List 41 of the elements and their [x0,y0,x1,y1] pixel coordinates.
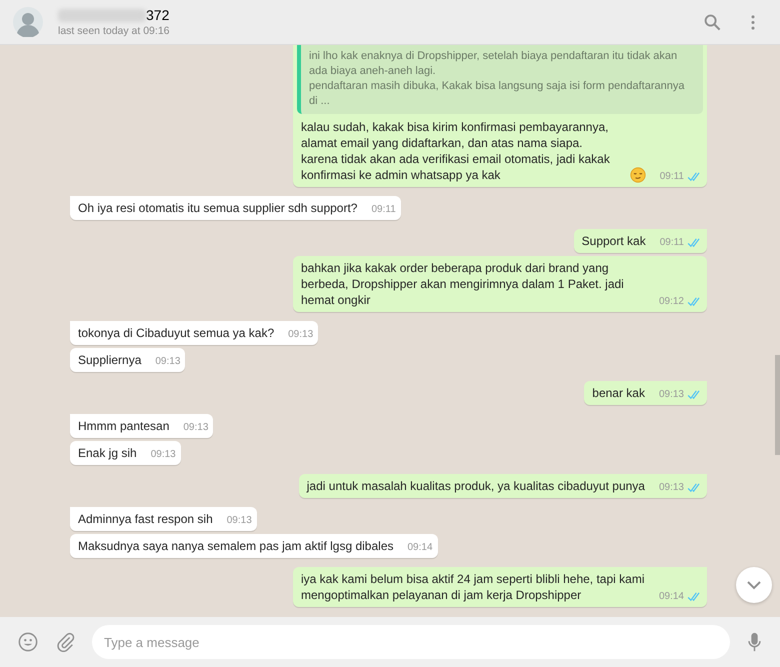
message-text: iya kak kami belum bisa aktif 24 jam seperti blibli hehe, tapi kami mengoptimalkan pelayanan di jam kerja Dropshipper [301,571,645,603]
chevron-down-icon [747,580,761,590]
message-time: 09:13 [658,481,684,495]
menu-icon[interactable] [751,14,755,30]
message-text: Adminnya fast respon sih [78,511,213,527]
microphone-icon[interactable] [748,632,761,652]
emoji-icon[interactable] [18,632,38,652]
message-time: 09:13 [288,328,314,342]
message-input[interactable]: Type a message [92,625,730,659]
message-time: 09:11 [371,203,396,217]
message-time: 09:14 [658,590,684,604]
message-time: 09:11 [660,236,684,250]
scroll-down-button[interactable] [736,567,772,603]
message-text: Maksudnya saya nanya semalem pas jam aktif lgsg dibales [78,538,394,554]
message-text: bahkan jika kakak order beberapa produk dari brand yang berbeda, Dropshipper akan mengirimnya dalam 1 Paket. jadi hemat ongkir [301,260,625,308]
message-time: 09:13 [150,448,176,462]
message-text: jadi untuk masalah kualitas produk, ya kualitas cibaduyut punya [306,478,645,494]
message-text: Support kak [582,233,646,249]
message-text: kalau sudah, kakak bisa kirim konfirmasi pembayarannya, alamat email yang didaftarkan, dan atas nama siapa. karena tidak akan ada verifikasi email otomatis, jadi kakak konfirmasi ke admin whatsapp ya kak [301,119,611,183]
paperclip-icon[interactable] [56,632,76,652]
last-seen: last seen today at 09:16 [58,25,170,37]
message-text: benar kak [592,385,645,401]
contact-name: 372 [146,7,170,23]
message-time: 09:13 [658,388,684,402]
message-time: 09:12 [658,295,684,309]
message-time: 09:13 [183,421,208,435]
quoted-text: pendaftaran masih dibuka, Kakak bisa langsung saja isi form pendaftarannya di ... [309,79,686,109]
quoted-message[interactable]: ini lho kak enaknya di Dropshipper, setelah biaya pendaftaran itu tidak akan ada biaya aneh-aneh lagi. pendaftaran masih dibuka, Kakak bisa langsung saja isi form pendaftarannya di ... [297,45,703,114]
search-icon[interactable] [704,14,721,30]
message-text: Enak jg sih [78,445,137,461]
message-text: Suppliernya [78,352,142,368]
scrollbar[interactable] [775,355,780,455]
message-time: 09:14 [408,541,433,555]
message-time: 09:11 [660,170,684,184]
message-text: Oh iya resi otomatis itu semua supplier sdh support? [78,200,358,216]
avatar[interactable] [13,7,43,37]
message-text: Hmmm pantesan [78,418,170,434]
message-time: 09:13 [155,355,180,369]
message-text: tokonya di Cibaduyut semua ya kak? [78,325,274,341]
quoted-text: ini lho kak enaknya di Dropshipper, setelah biaya pendaftaran itu tidak akan ada biaya aneh-aneh lagi. [309,49,678,79]
message-time: 09:13 [226,514,252,528]
